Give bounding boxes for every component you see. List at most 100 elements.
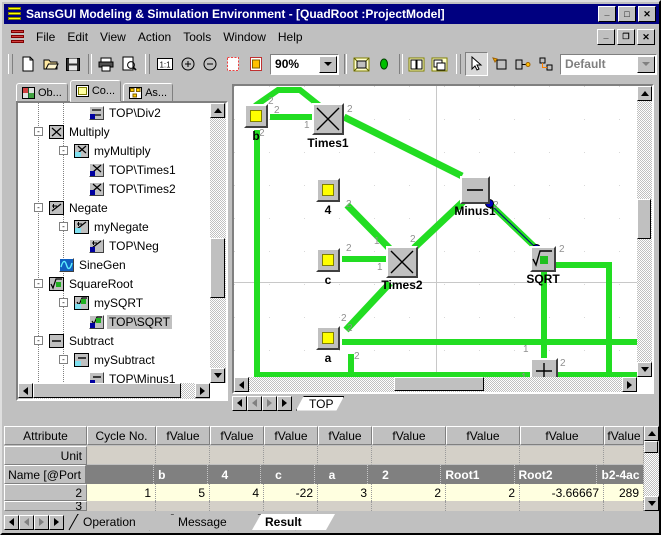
grid-cell[interactable]: 1: [87, 484, 156, 501]
style-combo-arrow[interactable]: [636, 55, 655, 73]
grid-col-header[interactable]: fValue: [318, 426, 372, 445]
new-button[interactable]: [16, 53, 39, 75]
result-grid[interactable]: Attribute Cycle No. fValue fValue fValue…: [4, 426, 659, 511]
minimize-button[interactable]: _: [598, 6, 616, 22]
tree-vertical-scrollbar[interactable]: [210, 103, 226, 383]
grid-cell[interactable]: -3.66667: [520, 484, 604, 501]
grid-cell[interactable]: [520, 446, 604, 465]
grid-cell[interactable]: Root1: [441, 465, 515, 484]
grid-col-header[interactable]: fValue: [604, 426, 644, 445]
grid-vscroll-thumb[interactable]: [644, 441, 658, 453]
tree-scroll-down-button[interactable]: [210, 368, 225, 383]
grid-cell[interactable]: [264, 446, 318, 465]
bottom-tab-message[interactable]: Message: [165, 514, 258, 530]
grid-row-header[interactable]: Unit: [4, 446, 87, 465]
grid-cell[interactable]: [210, 446, 264, 465]
grid-cell[interactable]: 3: [318, 484, 372, 501]
menu-tools[interactable]: Tools: [177, 29, 217, 45]
mdi-restore-button[interactable]: ❐: [617, 29, 635, 45]
grid-cell[interactable]: [318, 501, 372, 511]
print-button[interactable]: [95, 53, 118, 75]
grid-cell[interactable]: [264, 501, 318, 511]
canvas-horizontal-scrollbar[interactable]: [234, 377, 637, 392]
tree-scroll-thumb[interactable]: [210, 238, 225, 298]
tree-toggle[interactable]: -: [34, 203, 43, 212]
canvas-node-a[interactable]: [316, 326, 340, 350]
grid-cell[interactable]: b2-4ac: [597, 465, 644, 484]
add-link-tool-button[interactable]: [535, 53, 557, 75]
model-canvas[interactable]: b 2 2 2 Times1 1 2 4 2 c 2 Times2 1 1 2 …: [232, 84, 654, 394]
document-menu-icon[interactable]: [10, 30, 25, 44]
toolbar-grip-3[interactable]: [455, 54, 461, 74]
grid-cell[interactable]: [446, 446, 520, 465]
add-object-tool-button[interactable]: [489, 53, 512, 75]
component-tree[interactable]: TOP\Div2 - Multiply - myMultiply TOP\Tim…: [16, 101, 228, 401]
tree-item[interactable]: - Multiply: [18, 122, 210, 141]
grid-cell[interactable]: [87, 446, 156, 465]
bottom-first-button[interactable]: [4, 514, 19, 530]
tree-item[interactable]: - SquareRoot: [18, 274, 210, 293]
grid-cell[interactable]: [372, 501, 446, 511]
canvas-scroll-up-button[interactable]: [637, 86, 652, 101]
mdi-minimize-button[interactable]: _: [597, 29, 615, 45]
cascade-windows-button[interactable]: [428, 53, 451, 75]
grid-scroll-down-button[interactable]: [644, 496, 659, 511]
menu-window[interactable]: Window: [217, 29, 272, 45]
menu-file[interactable]: File: [30, 29, 61, 45]
grid-cell[interactable]: [318, 446, 372, 465]
grid-cell[interactable]: 2: [372, 484, 446, 501]
grid-cell[interactable]: 2: [446, 484, 520, 501]
tile-windows-button[interactable]: [406, 53, 428, 75]
tab-components[interactable]: Co...: [69, 80, 122, 102]
grid-col-header[interactable]: fValue: [520, 426, 604, 445]
canvas-viewport[interactable]: b 2 2 2 Times1 1 2 4 2 c 2 Times2 1 1 2 …: [234, 86, 637, 377]
grid-cell[interactable]: [87, 501, 156, 511]
tree-toggle[interactable]: -: [59, 222, 68, 231]
zoom-combo[interactable]: 90%: [270, 53, 339, 75]
toolbar-grip-2[interactable]: [144, 54, 150, 74]
grid-cell[interactable]: -22: [264, 484, 318, 501]
grid-scroll-up-button[interactable]: [644, 426, 659, 441]
tree-toggle[interactable]: -: [59, 355, 68, 364]
grid-row-header[interactable]: 3: [4, 501, 87, 511]
grid-cell[interactable]: [520, 501, 604, 511]
grid-col-header[interactable]: fValue: [446, 426, 520, 445]
grid-cell[interactable]: 4: [207, 465, 262, 484]
canvas-scroll-right-button[interactable]: [622, 377, 637, 392]
grid-row-header[interactable]: 2: [4, 484, 87, 501]
zoom-combo-arrow[interactable]: [318, 55, 337, 73]
sheet-last-button[interactable]: [277, 395, 292, 411]
pointer-tool-button[interactable]: [464, 52, 489, 76]
canvas-scroll-down-button[interactable]: [637, 362, 652, 377]
sheet-first-button[interactable]: [232, 395, 247, 411]
zoom-out-button[interactable]: [199, 53, 222, 75]
tree-item[interactable]: TOP\Minus1: [18, 369, 210, 383]
style-combo[interactable]: Default: [559, 53, 657, 75]
grid-cell[interactable]: [604, 446, 644, 465]
grid-cell[interactable]: 2: [368, 465, 442, 484]
tree-item[interactable]: - mySubtract: [18, 350, 210, 369]
grid-col-header[interactable]: fValue: [156, 426, 210, 445]
tree-item[interactable]: TOP\Neg: [18, 236, 210, 255]
grid-cell[interactable]: [156, 446, 210, 465]
maximize-button[interactable]: □: [618, 6, 636, 22]
grid-cell[interactable]: [210, 501, 264, 511]
sheet-tab-top[interactable]: TOP: [296, 396, 344, 411]
tree-toggle[interactable]: -: [34, 336, 43, 345]
fit-page-button[interactable]: [222, 53, 245, 75]
grid-cell[interactable]: [604, 501, 644, 511]
mdi-close-button[interactable]: ✕: [637, 29, 655, 45]
open-button[interactable]: [39, 53, 62, 75]
grid-cell[interactable]: [446, 501, 520, 511]
grid-vertical-scrollbar[interactable]: [644, 426, 659, 511]
tree-item[interactable]: SineGen: [18, 255, 210, 274]
grid-col-header[interactable]: fValue: [372, 426, 446, 445]
tree-item[interactable]: - mySQRT: [18, 293, 210, 312]
bottom-tab-result[interactable]: Result: [252, 514, 335, 530]
menu-action[interactable]: Action: [132, 29, 177, 45]
sheet-prev-button[interactable]: [247, 395, 262, 411]
menu-help[interactable]: Help: [272, 29, 309, 45]
canvas-node-c[interactable]: [316, 248, 340, 272]
tree-item[interactable]: TOP\Times2: [18, 179, 210, 198]
canvas-node-times1[interactable]: [312, 103, 344, 135]
